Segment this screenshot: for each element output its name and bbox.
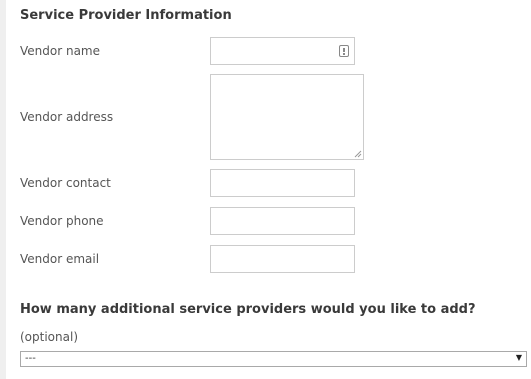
section-title: Service Provider Information [20, 8, 232, 23]
vendor-address-label: Vendor address [20, 110, 114, 124]
resize-grip-icon[interactable] [354, 150, 362, 158]
additional-providers-select[interactable]: --- ▼ [20, 351, 527, 367]
vendor-email-field[interactable] [210, 245, 355, 273]
vendor-name-field[interactable] [210, 37, 355, 65]
left-border-rule [0, 0, 6, 379]
vendor-name-label: Vendor name [20, 44, 101, 58]
select-value: --- [25, 353, 36, 364]
vendor-address-field[interactable] [210, 74, 364, 160]
vendor-phone-label: Vendor phone [20, 214, 104, 228]
optional-hint: (optional) [20, 330, 78, 344]
additional-providers-question: How many additional service providers wo… [20, 302, 476, 317]
vendor-contact-field[interactable] [210, 169, 355, 197]
vendor-contact-label: Vendor contact [20, 176, 111, 190]
dropdown-arrow-icon: ▼ [515, 353, 522, 362]
autofill-icon[interactable] [339, 45, 349, 57]
vendor-email-label: Vendor email [20, 252, 100, 266]
vendor-phone-field[interactable] [210, 207, 355, 235]
